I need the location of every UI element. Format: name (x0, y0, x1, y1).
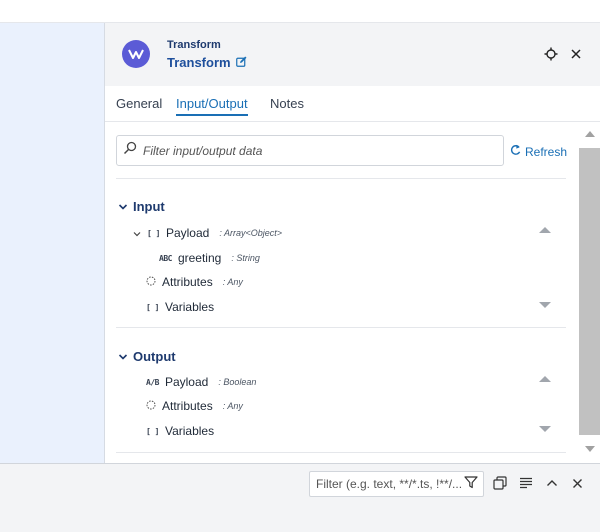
refresh-label: Refresh (525, 144, 568, 159)
output-filter-box (309, 471, 484, 497)
payload-label: Payload (165, 226, 210, 240)
any-type-icon (146, 275, 156, 289)
component-type: Transform (167, 39, 221, 51)
copy-icon[interactable] (491, 474, 509, 492)
chevron-down-icon (133, 226, 141, 240)
vertical-scrollbar[interactable] (579, 123, 600, 463)
refresh-icon (510, 144, 521, 159)
divider (116, 327, 566, 328)
variables-label: Variables (164, 424, 215, 438)
bottom-panel-toolbar (0, 463, 600, 532)
scrollbar-up-arrow[interactable] (585, 131, 595, 137)
scroll-up-arrow[interactable] (539, 376, 551, 382)
close-icon[interactable] (567, 45, 585, 63)
scroll-down-arrow[interactable] (539, 302, 551, 308)
output-section-header[interactable]: Output (118, 349, 176, 364)
chevron-down-icon (118, 199, 128, 214)
properties-panel: Transform Transform General Input/Output… (104, 23, 600, 463)
attributes-label: Attributes (162, 275, 213, 289)
tab-input-output[interactable]: Input/Output (176, 96, 248, 116)
divider (116, 452, 566, 453)
boolean-icon: A/B (146, 377, 159, 387)
component-title-text: Transform (167, 55, 231, 70)
input-section-label: Input (133, 199, 165, 214)
canvas-area (0, 23, 104, 463)
transform-logo-icon (122, 40, 150, 68)
greeting-type: : String (231, 253, 260, 263)
input-attributes-row[interactable]: Attributes : Any (146, 275, 243, 289)
variables-label: Variables (164, 300, 215, 314)
scroll-up-arrow[interactable] (539, 227, 551, 233)
array-icon: [ ] (147, 228, 160, 238)
close-icon[interactable] (568, 474, 586, 492)
attributes-label: Attributes (162, 399, 213, 413)
input-section-header[interactable]: Input (118, 199, 165, 214)
chevron-down-icon (118, 349, 128, 364)
input-greeting-row[interactable]: ABC greeting : String (159, 251, 260, 265)
io-filter-box (116, 135, 504, 166)
output-attributes-row[interactable]: Attributes : Any (146, 399, 243, 413)
array-icon: [ ] (146, 302, 159, 312)
io-filter-input[interactable] (143, 143, 493, 158)
refresh-button[interactable]: Refresh (510, 144, 567, 159)
tab-general[interactable]: General (116, 96, 162, 114)
scroll-down-arrow[interactable] (539, 426, 551, 432)
attributes-type: : Any (222, 277, 243, 287)
string-icon: ABC (159, 253, 172, 263)
payload-type: : Boolean (218, 377, 257, 387)
input-variables-row[interactable]: [ ] Variables (146, 300, 214, 314)
output-section-label: Output (133, 349, 176, 364)
locate-icon[interactable] (542, 45, 560, 63)
divider (116, 178, 566, 179)
top-bar (0, 0, 600, 23)
array-icon: [ ] (146, 426, 159, 436)
scrollbar-down-arrow[interactable] (585, 446, 595, 452)
attributes-type: : Any (222, 401, 243, 411)
chevron-up-icon[interactable] (543, 474, 561, 492)
output-variables-row[interactable]: [ ] Variables (146, 424, 214, 438)
output-payload-row[interactable]: A/B Payload : Boolean (146, 375, 256, 389)
io-content: Refresh Input [ ] Payload : Array<Object… (105, 123, 579, 463)
edit-icon[interactable] (235, 55, 247, 70)
greeting-label: greeting (177, 251, 222, 265)
any-type-icon (146, 399, 156, 413)
payload-type: : Array<Object> (219, 228, 283, 238)
output-filter-input[interactable] (316, 477, 464, 491)
word-wrap-icon[interactable] (517, 474, 535, 492)
filter-icon[interactable] (464, 475, 478, 494)
tab-bar: General Input/Output Notes (105, 86, 600, 122)
panel-header: Transform Transform (105, 23, 600, 86)
tab-notes[interactable]: Notes (270, 96, 304, 114)
payload-label: Payload (164, 375, 209, 389)
scrollbar-thumb[interactable] (579, 148, 600, 435)
search-icon (123, 141, 137, 160)
component-title: Transform (167, 55, 247, 70)
input-payload-row[interactable]: [ ] Payload : Array<Object> (133, 226, 282, 240)
